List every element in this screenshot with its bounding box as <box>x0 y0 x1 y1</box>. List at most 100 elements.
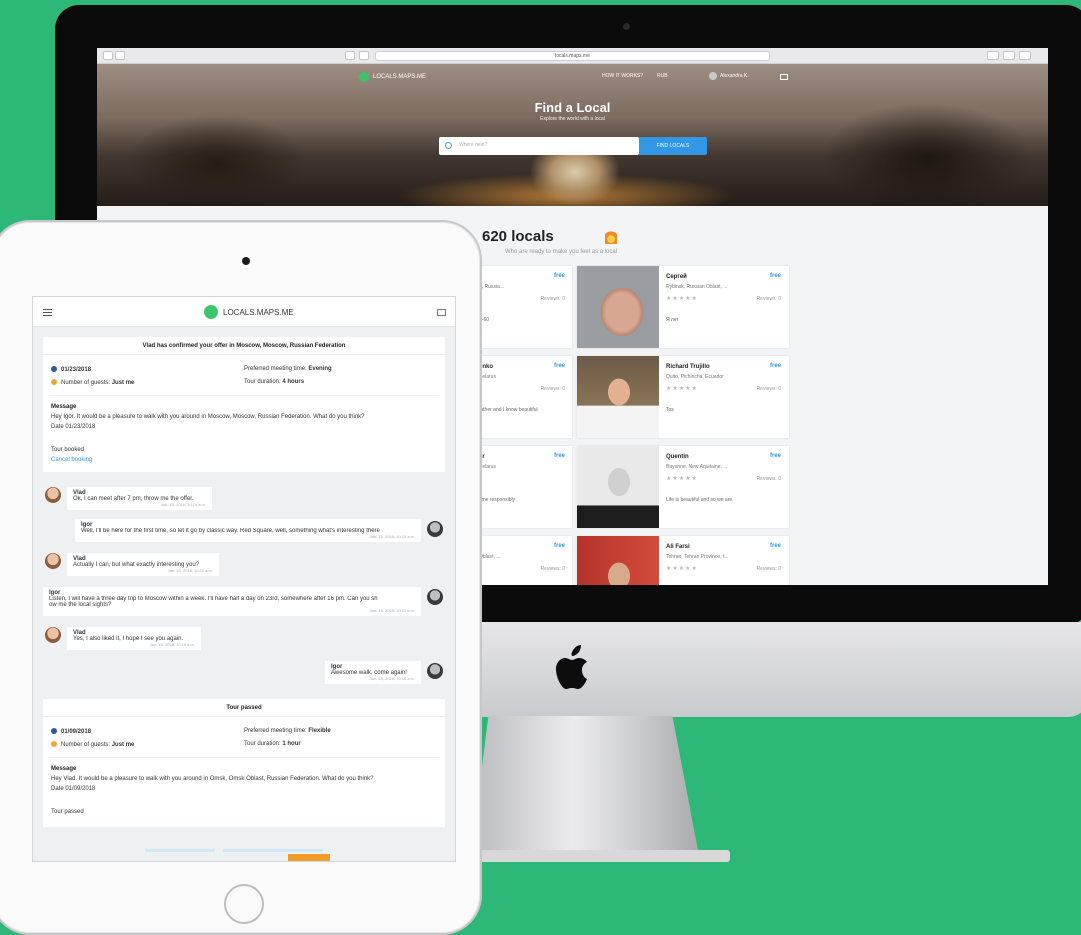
site-nav: HOW IT WORKS? RUB <box>602 73 668 79</box>
free-badge: free <box>769 453 781 459</box>
app-logo[interactable]: LOCALS.MAPS.ME <box>204 305 294 319</box>
star-rating: ★★★★★ <box>666 566 698 572</box>
offer-duration: Tour duration: 4 hours <box>244 379 305 385</box>
local-card[interactable]: free e, Russia... Reviews: 0 0-60 <box>477 266 572 348</box>
locals-subtitle: Who are ready to make you feel as a loca… <box>505 249 618 255</box>
local-card[interactable]: Richard Trujillo free Quito, Pichincha, … <box>577 356 789 438</box>
search-placeholder: Where next? <box>459 142 488 148</box>
avatar[interactable] <box>45 553 61 569</box>
local-card[interactable]: Сергей free Rybinsk, Russian Oblast, ...… <box>577 266 789 348</box>
tour-status: Tour passed <box>51 809 84 815</box>
avatar[interactable] <box>45 487 61 503</box>
site-logo-text: LOCALS.MAPS.ME <box>373 74 427 80</box>
shield-icon[interactable] <box>359 51 369 60</box>
logo-icon <box>359 72 369 82</box>
local-card[interactable]: Quentin free Bayonne, New Aquitaine, ...… <box>577 446 789 528</box>
offer-meeting-time: Preferred meeting time: Evening <box>244 366 332 372</box>
passed-meeting-time: Preferred meeting time: Flexible <box>244 728 331 734</box>
calendar-icon <box>51 366 57 372</box>
forward-button[interactable] <box>115 51 125 60</box>
card-location: Tehran, Tehran Province, I... <box>666 554 729 560</box>
offer-date: 01/23/2018 <box>51 366 91 373</box>
hero-overlay <box>97 64 1048 206</box>
apple-logo-icon <box>556 645 587 689</box>
avatar <box>709 72 717 80</box>
nav-currency[interactable]: RUB <box>657 73 668 79</box>
star-rating: ★★★★★ <box>666 476 698 482</box>
passed-guests: Number of guests: Just me <box>51 741 134 748</box>
card-about: Life is beautiful and so we are. <box>666 497 734 503</box>
fire-icon <box>605 230 617 244</box>
chat-message: Vlad Ok, I can meet after 7 pm, throw me … <box>67 487 212 510</box>
back-button[interactable] <box>103 51 113 60</box>
nav-how-it-works[interactable]: HOW IT WORKS? <box>602 73 643 79</box>
user-name: Alexandra K. <box>720 73 749 79</box>
find-locals-button[interactable]: FIND LOCALS <box>639 137 707 155</box>
chat-message: Vlad Yes, I also liked it, I hope I see y… <box>67 627 201 650</box>
free-badge: free <box>769 543 781 549</box>
logo-icon <box>204 305 218 319</box>
chat-message: Igor Listen, I will have a three day trip… <box>43 587 421 616</box>
local-card[interactable]: enko free Belarus Reviews: 0 father and … <box>477 356 572 438</box>
card-about: Я лет <box>666 317 679 323</box>
ipad-screen: LOCALS.MAPS.ME Vlad has confirmed your o… <box>32 296 456 862</box>
free-badge: free <box>553 543 565 549</box>
avatar[interactable] <box>427 521 443 537</box>
user-menu[interactable]: Alexandra K. <box>709 72 749 80</box>
avatar[interactable] <box>427 663 443 679</box>
card-about: time responsibly <box>479 497 516 503</box>
chat-message: Vlad Actually I can, but what exactly int… <box>67 553 219 576</box>
tabs-icon[interactable] <box>1019 51 1031 60</box>
card-name: Сергей <box>666 274 687 280</box>
card-name: Ali Farsi <box>666 544 690 550</box>
message-date: Date 01/09/2018 <box>51 786 96 792</box>
free-badge: free <box>553 363 565 369</box>
passed-date: 01/09/2018 <box>51 728 91 735</box>
guests-icon <box>51 741 57 747</box>
browser-toolbar: locals.maps.me <box>97 48 1048 64</box>
avatar[interactable] <box>427 589 443 605</box>
tour-status: Tour booked <box>51 447 85 453</box>
card-location: Bayonne, New Aquitaine, ... <box>666 464 728 470</box>
local-card[interactable]: er free Belarus time responsibly <box>477 446 572 528</box>
message-body: Hey Igor. It would be a pleasure to walk… <box>51 414 365 420</box>
local-card[interactable]: Ali Farsi free Tehran, Tehran Province, … <box>577 536 789 585</box>
card-reviews: Reviews: 0 <box>540 386 565 392</box>
passed-duration: Tour duration: 1 hour <box>244 741 301 747</box>
ipad-home-button[interactable] <box>224 884 264 924</box>
footer-bar <box>33 842 455 861</box>
mail-icon[interactable] <box>437 309 446 316</box>
app-header: LOCALS.MAPS.ME <box>33 297 455 327</box>
search-input[interactable]: Where next? <box>439 137 639 155</box>
local-card[interactable]: free Oblast, ... Reviews: 0 <box>477 536 572 585</box>
hero-title: Find a Local <box>534 100 611 115</box>
hero-banner: LOCALS.MAPS.ME HOW IT WORKS? RUB Alexand… <box>97 64 1048 206</box>
hamburger-menu-icon[interactable] <box>43 309 52 316</box>
url-field[interactable]: locals.maps.me <box>375 51 770 61</box>
mail-icon[interactable] <box>780 74 788 80</box>
card-name: Quentin <box>666 454 689 460</box>
offer-panel-title: Vlad has confirmed your offer in Moscow,… <box>43 337 445 355</box>
sidebar-button[interactable] <box>345 51 355 60</box>
app-logo-text: LOCALS.MAPS.ME <box>223 307 294 317</box>
footer-line <box>223 849 323 852</box>
settings-icon[interactable] <box>987 51 999 60</box>
free-badge: free <box>769 273 781 279</box>
card-location: Rybinsk, Russian Oblast, ... <box>666 284 728 290</box>
offer-guests: Number of guests: Just me <box>51 379 134 386</box>
card-location: e, Russia... <box>479 284 505 290</box>
cancel-booking-link[interactable]: Cancel booking <box>51 457 92 463</box>
divider <box>49 757 439 758</box>
passed-panel-title: Tour passed <box>43 699 445 717</box>
site-logo[interactable]: LOCALS.MAPS.ME <box>359 72 426 82</box>
calendar-icon <box>51 728 57 734</box>
card-about: Tos <box>666 407 674 413</box>
share-icon[interactable] <box>1003 51 1015 60</box>
footer-badge <box>288 854 330 861</box>
free-badge: free <box>769 363 781 369</box>
avatar[interactable] <box>45 627 61 643</box>
message-title: Message <box>51 766 77 772</box>
local-photo <box>577 446 659 528</box>
card-reviews: Reviews: 0 <box>756 566 781 572</box>
imac-stand <box>470 716 700 861</box>
